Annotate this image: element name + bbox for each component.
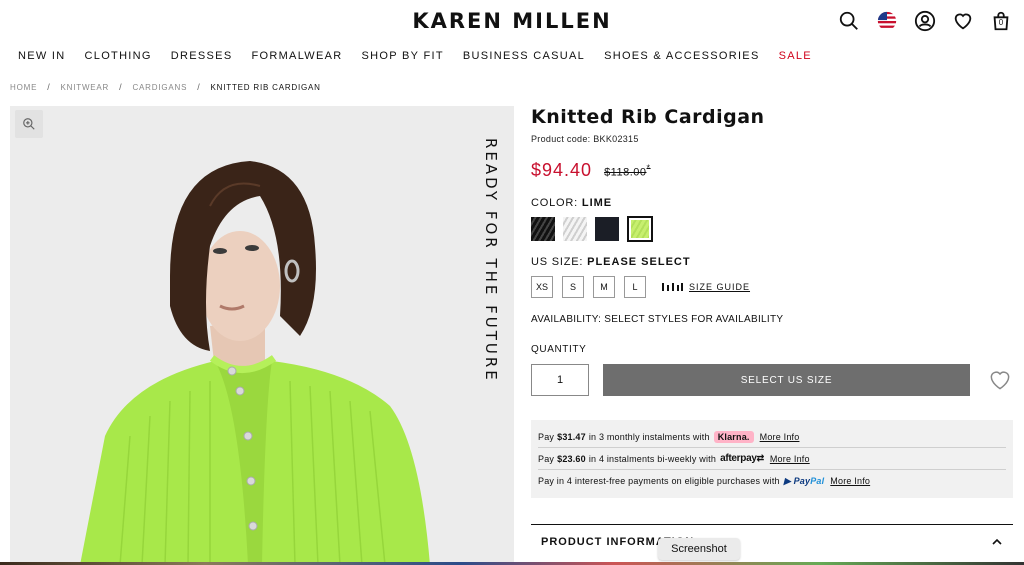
wishlist-icon[interactable] [952, 10, 974, 32]
product-code: Product code: BKK02315 [531, 134, 639, 144]
add-to-wishlist-icon[interactable] [987, 367, 1013, 393]
header-icons: 0 [838, 10, 1012, 32]
availability-text: AVAILABILITY: SELECT STYLES FOR AVAILABI… [531, 314, 784, 325]
afterpay-pre: Pay [538, 453, 555, 464]
size-m[interactable]: M [593, 276, 615, 298]
add-to-bag-button[interactable]: SELECT US SIZE [603, 364, 970, 396]
us-flag-icon[interactable] [876, 10, 898, 32]
afterpay-more-info-link[interactable]: More Info [770, 454, 810, 464]
sale-price: $94.40 [531, 160, 593, 180]
color-swatches [531, 216, 1013, 242]
swatch-black-stripe[interactable] [531, 217, 555, 241]
quantity-input[interactable]: 1 [531, 364, 589, 396]
size-xs[interactable]: XS [531, 276, 553, 298]
swatch-white-stripe[interactable] [563, 217, 587, 241]
paypal-logo: ▶ PayPal [783, 475, 825, 486]
color-label: COLOR: [531, 197, 578, 209]
nav-shop-by-fit[interactable]: SHOP BY FIT [362, 50, 444, 62]
breadcrumb-current: KNITTED RIB CARDIGAN [210, 82, 321, 92]
size-guide-link[interactable]: SIZE GUIDE [661, 281, 750, 293]
swatch-lime[interactable] [627, 216, 653, 242]
purchase-row: 1 SELECT US SIZE [531, 364, 1013, 396]
price-block: $94.40 $118.00* [531, 160, 1013, 181]
klarna-pre: Pay [538, 431, 555, 442]
nav-business-casual[interactable]: BUSINESS CASUAL [463, 50, 585, 62]
zoom-in-icon [23, 118, 35, 130]
chevron-up-icon [992, 538, 1002, 545]
model-illustration [80, 161, 430, 565]
nav-new-in[interactable]: NEW IN [18, 50, 66, 62]
screenshot-tooltip: Screenshot [658, 538, 740, 560]
paypal-more-info-link[interactable]: More Info [830, 476, 870, 486]
ruler-icon [662, 283, 683, 291]
nav-clothing[interactable]: CLOTHING [85, 50, 152, 62]
nav-dresses[interactable]: DRESSES [171, 50, 233, 62]
product-title: Knitted Rib Cardigan [531, 106, 765, 128]
afterpay-arrows-icon: ⇄ [756, 453, 765, 463]
bag-icon[interactable]: 0 [990, 10, 1012, 32]
payment-options: Pay $31.47 in 3 monthly instalments with… [531, 420, 1013, 498]
klarna-row: Pay $31.47 in 3 monthly instalments with… [538, 426, 1006, 448]
size-label: US SIZE: [531, 256, 584, 268]
breadcrumb: HOME / KNITWEAR / CARDIGANS / KNITTED RI… [10, 82, 321, 92]
swatch-navy[interactable] [595, 217, 619, 241]
color-value: LIME [581, 197, 613, 209]
price-footnote-mark: * [646, 163, 651, 174]
quantity-label: QUANTITY [531, 344, 587, 355]
klarna-more-info-link[interactable]: More Info [760, 432, 800, 442]
afterpay-logo: afterpay⇄ [720, 453, 764, 464]
paypal-row: Pay in 4 interest-free payments on eligi… [538, 470, 1006, 492]
original-price: $118.00* [604, 163, 651, 179]
size-options: XS S M L SIZE GUIDE [531, 276, 1013, 298]
bag-count: 0 [998, 18, 1004, 27]
breadcrumb-separator: / [119, 82, 123, 92]
product-information-accordion[interactable]: PRODUCT INFORMATION [531, 524, 1013, 558]
nav-sale[interactable]: SALE [779, 50, 812, 62]
product-details: Knitted Rib Cardigan Product code: BKK02… [531, 106, 1013, 498]
size-label-row: US SIZE: PLEASE SELECT [531, 256, 1013, 268]
zoom-button[interactable] [15, 110, 43, 138]
paypal-p-icon: ▶ [783, 475, 791, 486]
afterpay-row: Pay $23.60 in 4 instalments bi-weekly wi… [538, 448, 1006, 470]
breadcrumb-cardigans[interactable]: CARDIGANS [132, 83, 187, 92]
product-image[interactable]: READY FOR THE FUTURE [10, 106, 514, 565]
size-s[interactable]: S [562, 276, 584, 298]
size-l[interactable]: L [624, 276, 646, 298]
breadcrumb-home[interactable]: HOME [10, 83, 37, 92]
klarna-post: in 3 monthly instalments with [588, 431, 710, 442]
color-label-row: COLOR: LIME [531, 197, 1013, 209]
search-icon[interactable] [838, 10, 860, 32]
main-nav: NEW IN CLOTHING DRESSES FORMALWEAR SHOP … [18, 50, 831, 62]
nav-formalwear[interactable]: FORMALWEAR [251, 50, 342, 62]
campaign-text: READY FOR THE FUTURE [482, 138, 500, 383]
breadcrumb-separator: / [197, 82, 201, 92]
afterpay-amount: $23.60 [557, 453, 586, 464]
size-value: PLEASE SELECT [587, 256, 691, 268]
breadcrumb-knitwear[interactable]: KNITWEAR [61, 83, 110, 92]
account-icon[interactable] [914, 10, 936, 32]
nav-shoes-accessories[interactable]: SHOES & ACCESSORIES [604, 50, 760, 62]
paypal-text: Pay in 4 interest-free payments on eligi… [538, 476, 780, 486]
size-guide-label: SIZE GUIDE [689, 282, 751, 292]
breadcrumb-separator: / [47, 82, 51, 92]
site-header: KAREN MILLEN 0 [0, 0, 1024, 44]
original-price-value: $118.00 [604, 167, 647, 179]
afterpay-post: in 4 instalments bi-weekly with [588, 453, 717, 464]
klarna-amount: $31.47 [557, 431, 586, 442]
klarna-logo: Klarna. [713, 430, 754, 443]
